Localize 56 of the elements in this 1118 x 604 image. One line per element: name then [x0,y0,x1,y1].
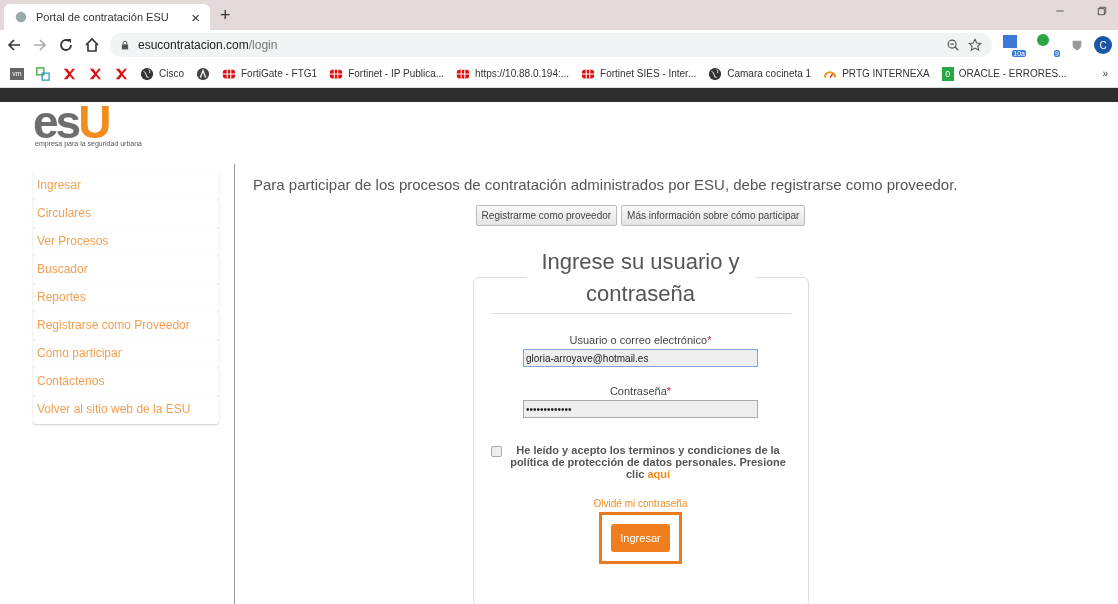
logo-icon [114,66,128,81]
input-field[interactable]: gloria-arroyave@hotmail.es [523,349,758,367]
lock-icon [120,40,130,50]
action-button[interactable]: Registrarme como proveedor [475,205,618,226]
address-bar[interactable]: esucontratacion.com/login [110,33,992,57]
globe-icon [708,66,723,81]
close-icon[interactable]: × [191,8,200,26]
new-tab-button[interactable]: + [220,5,231,26]
terms-text: He leído y acepto los terminos y condiciones de la política de protección de datos personales. Presione clic aquí [509,444,787,480]
bookmark[interactable]: 0 ORACLE - ERRORES... [941,66,1067,81]
bookmark-icon[interactable] [62,66,76,81]
bookmark-icon[interactable] [196,66,210,81]
bookmark[interactable]: FortiGate - FTG1 [222,66,318,81]
shield-icon[interactable] [1070,38,1084,52]
browser-tab[interactable]: Portal de contratación ESU × [4,4,210,30]
bookmark-icon[interactable] [88,66,102,81]
bookmark-label: Cisco [159,68,184,79]
zoom-out-icon[interactable] [946,38,960,52]
logo-icon [62,66,76,81]
logo: esU [33,104,109,140]
field-label: Usuario o correo electrónico* [569,334,712,346]
avatar[interactable]: C [1094,36,1112,54]
more-bookmarks-button[interactable]: » [1102,68,1108,79]
bookmark-label: ORACLE - ERRORES... [958,68,1067,79]
restore-icon[interactable] [1096,5,1108,17]
reload-icon[interactable] [58,37,74,53]
checkbox[interactable] [490,446,502,457]
bookmark[interactable]: Fortinet SIES - Inter... [581,66,697,81]
url-text[interactable]: esucontratacion.com/login [138,38,278,52]
bookmark[interactable]: PRTG INTERNEXA [823,66,930,81]
bookmark[interactable]: https://10.88.0.194:... [456,66,570,81]
bookmark-label: https://10.88.0.194:... [475,68,570,79]
intro-text: Para participar de los procesos de contratación administrados por ESU, debe registrarse como proveedor. [253,176,958,193]
input-field[interactable]: ••••••••••••• [523,400,758,418]
bookmark[interactable]: Fortinet - IP Publica... [329,66,445,81]
field-label: Contraseña* [609,385,672,397]
bookmark[interactable]: Camara cocineta 1 [708,66,812,81]
star-icon[interactable] [968,38,982,52]
action-button[interactable]: Más información sobre cómo participar [621,205,806,226]
page-icon [14,10,28,24]
bookmark-icon[interactable] [114,66,128,81]
bookmark-label: Camara cocineta 1 [727,68,812,79]
bookmark-label: PRTG INTERNEXA [842,68,930,79]
home-icon[interactable] [84,37,100,53]
back-icon[interactable] [6,37,22,53]
bookmark[interactable]: Cisco [140,66,184,81]
bookmark-label: FortiGate - FTG1 [241,68,318,79]
circle-icon [1036,33,1052,49]
globe-icon [140,66,154,81]
circle-logo-icon [196,66,210,81]
squares-icon [36,66,50,81]
square-icon: 0 [941,66,954,81]
bookmark-label: Fortinet SIES - Inter... [600,68,697,79]
logo-icon [88,66,102,81]
calendar-icon [1002,33,1018,49]
bookmark-label: Fortinet - IP Publica... [348,68,445,79]
